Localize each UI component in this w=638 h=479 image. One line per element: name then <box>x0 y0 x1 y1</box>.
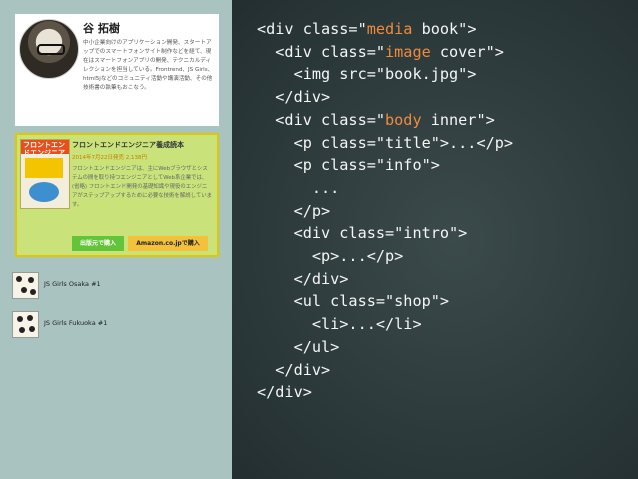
book-cover-text: フロントエンドエンジニア <box>23 141 65 157</box>
code-string: body <box>385 110 422 129</box>
buy-publisher-button[interactable]: 出版元で購入 <box>72 236 124 251</box>
code-line: <li>...</li> <box>257 313 513 336</box>
code-text: </div> <box>257 269 349 288</box>
code-string: media <box>366 20 413 38</box>
code-text: <div class=" <box>257 110 386 129</box>
code-line: <div class="intro"> <box>257 222 513 245</box>
code-text: <p class="title">...</p> <box>257 133 514 152</box>
code-text: <p>...</p> <box>257 247 404 266</box>
event-thumbnail <box>12 272 39 299</box>
profile-card: 谷 拓樹 中小企業向けのアプリケーション開発、スタートアップでのスマートフォンサ… <box>15 14 219 126</box>
code-line: <img src="book.jpg"> <box>257 63 513 86</box>
code-text: <div class="intro"> <box>257 224 468 243</box>
code-line: <div class="image cover"> <box>257 41 513 64</box>
code-text: ... <box>257 178 340 197</box>
code-line: <p class="info"> <box>257 154 513 177</box>
code-text: inner"> <box>421 110 495 129</box>
code-panel: <div class="media book"> <div class="ima… <box>232 0 638 479</box>
code-text: <img src="book.jpg"> <box>257 65 477 84</box>
event-thumbnail <box>12 311 39 338</box>
code-text: <li>...</li> <box>257 315 422 334</box>
code-text: </div> <box>257 88 331 107</box>
code-line: <ul class="shop"> <box>257 290 513 313</box>
code-text: </p> <box>257 201 331 220</box>
profile-name: 谷 拓樹 <box>83 22 120 35</box>
book-title: フロントエンドエンジニア養成読本 <box>72 141 184 149</box>
code-line: <p>...</p> <box>257 245 513 268</box>
code-line: </div> <box>257 359 513 382</box>
book-card: フロントエンドエンジニア フロントエンドエンジニア養成読本 2014年7月22日… <box>15 133 219 257</box>
event-label: JS Girls Fukuoka #1 <box>44 319 108 327</box>
code-text: book"> <box>412 20 477 38</box>
code-line: </div> <box>257 86 513 109</box>
code-text: </ul> <box>257 337 340 356</box>
code-text: <div class=" <box>257 42 386 61</box>
code-string: image <box>385 42 431 61</box>
event-label: JS Girls Osaka #1 <box>44 280 101 288</box>
code-line: <div class="body inner"> <box>257 109 513 132</box>
code-line: ... <box>257 177 513 200</box>
book-cover[interactable]: フロントエンドエンジニア <box>20 139 70 209</box>
code-line: </p> <box>257 200 513 223</box>
code-line: <div class="media book"> <box>257 18 513 41</box>
code-text: </div> <box>257 360 331 379</box>
code-line: </div> <box>257 381 513 404</box>
code-block: <div class="media book"> <div class="ima… <box>257 18 513 404</box>
book-description: フロントエンドエンジニアは、主にWebブラウザとシステムの間を取り持つエンジニア… <box>72 166 212 208</box>
code-text: cover"> <box>430 42 504 61</box>
code-text: </div> <box>257 383 312 402</box>
avatar <box>19 19 79 79</box>
code-line: </ul> <box>257 336 513 359</box>
buy-amazon-button[interactable]: Amazon.co.jpで購入 <box>128 236 208 251</box>
web-preview-panel: 谷 拓樹 中小企業向けのアプリケーション開発、スタートアップでのスマートフォンサ… <box>0 0 232 479</box>
code-text: <ul class="shop"> <box>257 292 450 311</box>
code-line: <p class="title">...</p> <box>257 132 513 155</box>
code-line: </div> <box>257 268 513 291</box>
book-meta: 2014年7月22日発売 2,138円 <box>72 155 147 161</box>
code-text: <p class="info"> <box>257 156 440 175</box>
code-text: <div class=" <box>257 20 367 38</box>
profile-bio: 中小企業向けのアプリケーション開発、スタートアップでのスマートフォンサイト制作な… <box>83 40 214 91</box>
